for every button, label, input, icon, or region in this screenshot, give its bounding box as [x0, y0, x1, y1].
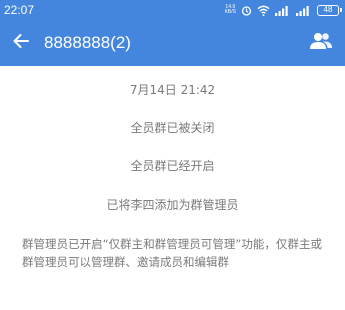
- system-message: 已将李四添加为群管理员: [106, 198, 239, 212]
- status-time: 22:07: [4, 3, 35, 17]
- chat-title: 8888888(2): [44, 33, 131, 52]
- system-message: 全员群已经开启: [130, 159, 215, 173]
- message-list[interactable]: 7月14日 21:42 全员群已被关闭 全员群已经开启 已将李四添加为群管理员 …: [0, 66, 345, 310]
- system-message: 全员群已被关闭: [130, 121, 215, 135]
- alarm-clock-icon: [241, 1, 252, 20]
- message-timestamp: 7月14日 21:42: [129, 83, 216, 97]
- group-members-button[interactable]: [301, 20, 341, 66]
- group-members-icon: [309, 32, 333, 54]
- chat-header: 8888888(2): [0, 20, 345, 66]
- network-speed-unit: KB/S: [224, 9, 236, 15]
- back-button[interactable]: [2, 20, 40, 66]
- wifi-icon: [257, 1, 270, 20]
- battery-icon: 48: [317, 4, 342, 16]
- signal-icon: [296, 1, 312, 20]
- arrow-left-icon: [12, 32, 30, 54]
- status-bar: 22:07 14.9 KB/S 48: [0, 0, 345, 20]
- network-speed: 14.9 KB/S: [225, 5, 236, 15]
- system-message: 群管理员已开启“仅群主和群管理员可管理”功能，仅群主或群管理员可以管理群、邀请成…: [22, 237, 322, 269]
- status-icons: 14.9 KB/S 48: [225, 1, 342, 20]
- signal-icon: [275, 1, 291, 20]
